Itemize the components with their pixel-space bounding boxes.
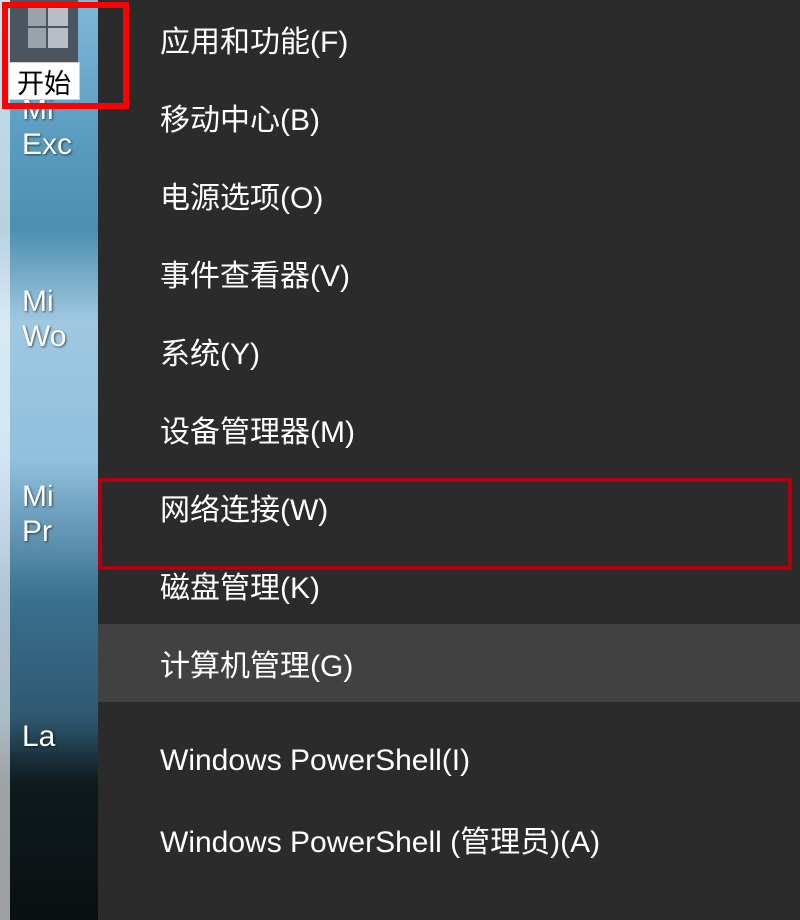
menu-item-label: Windows PowerShell(I) — [160, 744, 470, 778]
menu-item-label: Windows PowerShell (管理员)(A) — [160, 817, 600, 861]
menu-item-label: 磁盘管理(K) — [160, 563, 320, 607]
desktop-edge — [0, 0, 10, 920]
menu-item-disk-management[interactable]: 磁盘管理(K) — [98, 546, 800, 624]
menu-item-powershell[interactable]: Windows PowerShell(I) — [98, 722, 800, 800]
menu-item-label: 事件查看器(V) — [160, 251, 350, 295]
menu-item-system[interactable]: 系统(Y) — [98, 312, 800, 390]
winx-context-menu: 应用和功能(F) 移动中心(B) 电源选项(O) 事件查看器(V) 系统(Y) … — [98, 0, 800, 920]
menu-item-label: 计算机管理(G) — [160, 641, 353, 685]
menu-item-device-manager[interactable]: 设备管理器(M) — [98, 390, 800, 468]
menu-item-label: 网络连接(W) — [160, 485, 328, 529]
menu-item-event-viewer[interactable]: 事件查看器(V) — [98, 234, 800, 312]
menu-item-power-options[interactable]: 电源选项(O) — [98, 156, 800, 234]
desktop-icon-label-powerpoint: Mi Pr — [22, 480, 54, 549]
menu-item-mobility-center[interactable]: 移动中心(B) — [98, 78, 800, 156]
annotation-highlight-start — [2, 2, 129, 109]
menu-item-powershell-admin[interactable]: Windows PowerShell (管理员)(A) — [98, 800, 800, 878]
desktop-icon-label-other: La — [22, 720, 55, 755]
menu-item-apps-and-features[interactable]: 应用和功能(F) — [98, 0, 800, 78]
desktop-background: Mi Exc Mi Wo Mi Pr La — [0, 0, 98, 920]
menu-item-network-connections[interactable]: 网络连接(W) — [98, 468, 800, 546]
menu-separator — [98, 702, 800, 722]
menu-item-label: 电源选项(O) — [160, 173, 323, 217]
menu-item-label: 系统(Y) — [160, 329, 260, 373]
menu-item-label: 移动中心(B) — [160, 95, 320, 139]
desktop-icon-label-word: Mi Wo — [22, 285, 66, 354]
menu-item-label: 应用和功能(F) — [160, 17, 348, 61]
menu-item-label: 设备管理器(M) — [160, 407, 355, 451]
menu-item-computer-management[interactable]: 计算机管理(G) — [98, 624, 800, 702]
